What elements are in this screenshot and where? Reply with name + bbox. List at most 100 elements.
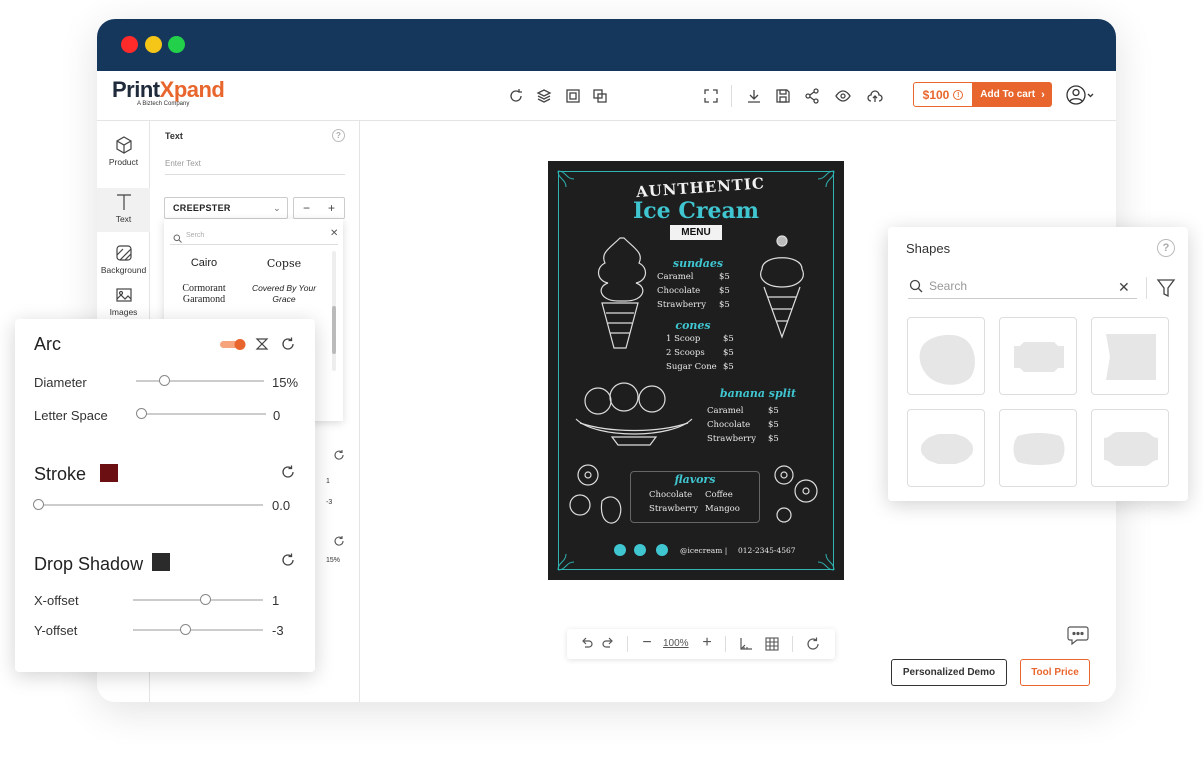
reset-arc-icon[interactable] [280, 336, 296, 352]
reset-icon[interactable] [805, 636, 821, 652]
user-account-icon[interactable] [1066, 84, 1098, 106]
zoom-level[interactable]: 100% [663, 638, 689, 649]
price-button[interactable]: $100 ! [913, 82, 973, 107]
font-size-stepper[interactable]: − + [293, 197, 345, 219]
brand-logo[interactable]: PrintXpand A Biztech Company [112, 77, 225, 107]
facebook-icon [634, 544, 646, 556]
toolbar-divider [725, 636, 726, 652]
fullscreen-icon[interactable] [702, 87, 720, 105]
decrement-button[interactable]: − [294, 198, 319, 218]
personalized-demo-button[interactable]: Personalized Demo [891, 659, 1007, 686]
clear-search-icon[interactable]: ✕ [330, 228, 338, 239]
preview-icon[interactable] [834, 87, 852, 105]
chat-support-icon[interactable] [1066, 624, 1094, 650]
help-icon[interactable]: ? [1157, 239, 1175, 257]
refresh-icon[interactable] [507, 87, 525, 105]
font-option-copse[interactable]: Copse [244, 257, 324, 270]
refresh-icon[interactable] [333, 448, 345, 460]
cloud-upload-icon[interactable] [866, 87, 884, 105]
divider [1146, 277, 1147, 299]
increment-button[interactable]: + [319, 198, 344, 218]
menu-item-price: $5 [768, 434, 779, 444]
hidden-diameter-value: 15% [326, 557, 341, 564]
reset-stroke-icon[interactable] [280, 464, 296, 480]
font-option-cormorant-garamond[interactable]: Cormorant Garamond [164, 283, 244, 305]
diameter-slider-thumb[interactable] [159, 375, 171, 386]
layers-icon[interactable] [535, 87, 553, 105]
font-search-input[interactable]: Serch [170, 225, 338, 245]
maximize-window-dot[interactable] [168, 36, 185, 53]
close-window-dot[interactable] [121, 36, 138, 53]
price-label: $100 [922, 87, 950, 102]
letter-space-slider[interactable] [141, 413, 266, 415]
tool-price-button[interactable]: Tool Price [1020, 659, 1090, 686]
letter-space-label: Letter Space [34, 408, 108, 423]
x-offset-slider[interactable] [133, 599, 263, 601]
font-option-cairo[interactable]: Cairo [164, 257, 244, 269]
stroke-value: 0.0 [272, 498, 291, 513]
y-offset-slider[interactable] [133, 629, 263, 631]
shape-tile-plaque[interactable] [999, 317, 1077, 395]
font-option-covered-by-your-grace[interactable]: Covered By Your Grace [244, 283, 324, 305]
font-family-select[interactable]: CREEPSTER ⌄ [164, 197, 288, 219]
box-icon [115, 136, 132, 154]
zoom-in-icon[interactable]: + [699, 635, 715, 652]
copy-icon[interactable] [564, 87, 582, 105]
clear-search-icon[interactable]: ✕ [1118, 279, 1130, 296]
zoom-out-icon[interactable]: − [639, 635, 655, 652]
header-divider [731, 85, 732, 107]
sidebar-item-product[interactable]: Product [97, 131, 150, 175]
filter-icon[interactable] [1156, 277, 1176, 304]
ruler-icon[interactable] [738, 636, 754, 652]
shapes-search-input[interactable]: Search [908, 275, 1137, 299]
flavor-item: Strawberry [649, 504, 699, 514]
redo-icon[interactable] [600, 636, 616, 652]
shape-tile-square[interactable] [1091, 317, 1169, 395]
add-to-cart-button[interactable]: Add To cart › [973, 82, 1052, 107]
menu-item-price: $5 [768, 406, 779, 416]
menu-item-name: 2 Scoops [666, 348, 705, 358]
minimize-window-dot[interactable] [145, 36, 162, 53]
menu-item-price: $5 [719, 286, 730, 296]
sidebar-item-text[interactable]: Text [97, 188, 150, 232]
arc-toggle[interactable] [220, 339, 246, 350]
shape-tile-blob[interactable] [907, 317, 985, 395]
y-offset-slider-thumb[interactable] [180, 624, 191, 635]
search-icon [173, 230, 182, 248]
save-icon[interactable] [774, 87, 792, 105]
font-dropdown-scrollbar[interactable] [332, 251, 336, 371]
stroke-color-swatch[interactable] [100, 464, 118, 482]
reset-shadow-icon[interactable] [280, 552, 296, 568]
menu-item-name: Strawberry [657, 300, 707, 310]
flip-arc-icon[interactable] [254, 336, 270, 352]
help-icon[interactable]: ? [332, 129, 345, 142]
stroke-slider[interactable] [38, 504, 263, 506]
shape-tile-rounded[interactable] [999, 409, 1077, 487]
hidden-y-value: -3 [326, 499, 333, 506]
shape-tile-scalloped[interactable] [907, 409, 985, 487]
x-offset-slider-thumb[interactable] [199, 594, 211, 605]
canvas-toolbar: − 100% + [567, 629, 835, 659]
twitter-icon [614, 544, 626, 556]
scrollbar-thumb[interactable] [332, 306, 336, 354]
soft-serve-illustration [598, 237, 646, 349]
letter-space-value: 0 [273, 408, 281, 423]
menu-item-price: $5 [723, 362, 734, 372]
shape-tile-ornate[interactable] [1091, 409, 1169, 487]
share-icon[interactable] [803, 87, 821, 105]
shadow-color-swatch[interactable] [152, 553, 170, 571]
undo-icon[interactable] [579, 636, 595, 652]
menu-item-price: $5 [723, 348, 734, 358]
duplicate-icon[interactable] [591, 87, 609, 105]
logo-text-print: Print [112, 77, 160, 102]
text-input[interactable]: Enter Text [165, 153, 345, 175]
refresh-icon[interactable] [333, 534, 345, 546]
diameter-slider[interactable] [136, 380, 264, 382]
corner-ornament-icon [557, 170, 575, 188]
menu-design[interactable]: AUNTHENTIC Ice Cream MENU sundaes Carame… [548, 161, 844, 580]
letter-space-slider-thumb[interactable] [136, 408, 147, 419]
grid-icon[interactable] [764, 636, 780, 652]
download-icon[interactable] [745, 87, 763, 105]
stroke-slider-thumb[interactable] [33, 499, 44, 510]
sidebar-item-background[interactable]: Background [97, 239, 150, 283]
